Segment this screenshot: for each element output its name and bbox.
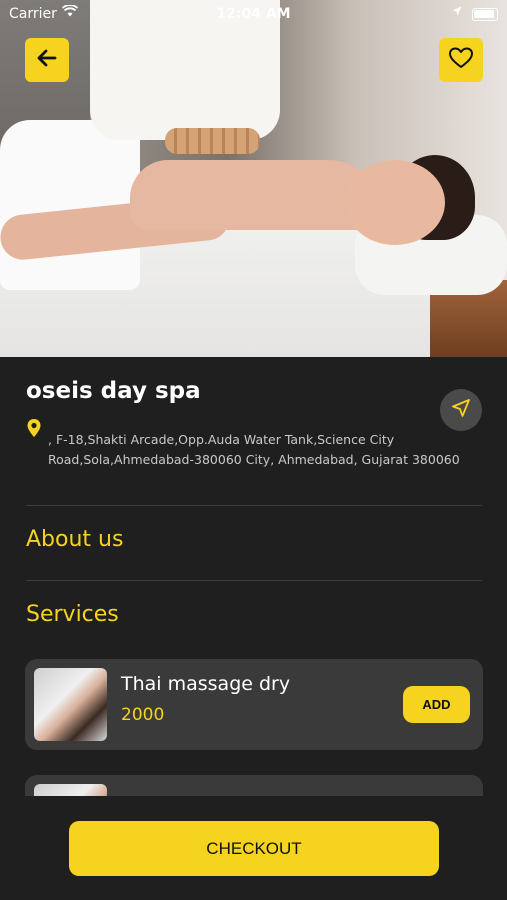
spa-address: , F-18,Shakti Arcade,Opp.Auda Water Tank… [48,432,460,467]
navigation-arrow-icon [452,399,470,421]
about-us-heading[interactable]: About us [26,527,123,552]
navigate-button[interactable] [440,389,482,431]
favorite-button[interactable] [439,38,483,82]
service-thumbnail [34,668,107,741]
divider [26,580,482,581]
back-button[interactable] [25,38,69,82]
service-name: Thai massage dry [121,673,291,695]
add-service-button[interactable]: ADD [403,686,470,723]
divider [26,505,482,506]
arrow-left-icon [35,46,59,74]
heart-icon [448,46,474,74]
location-services-icon [452,5,462,19]
battery-icon [472,8,498,21]
spa-hero-image [0,0,507,357]
checkout-button[interactable]: CHECKOUT [69,821,439,876]
clock: 12:04 AM [216,6,291,22]
status-bar: Carrier 12:04 AM [0,0,507,28]
services-heading: Services [26,602,119,627]
spa-name: oseis day spa [26,378,201,404]
map-pin-icon [26,418,42,442]
service-card: Thai massage dry 2000 ADD [25,659,483,750]
service-price: 2000 [121,705,165,725]
